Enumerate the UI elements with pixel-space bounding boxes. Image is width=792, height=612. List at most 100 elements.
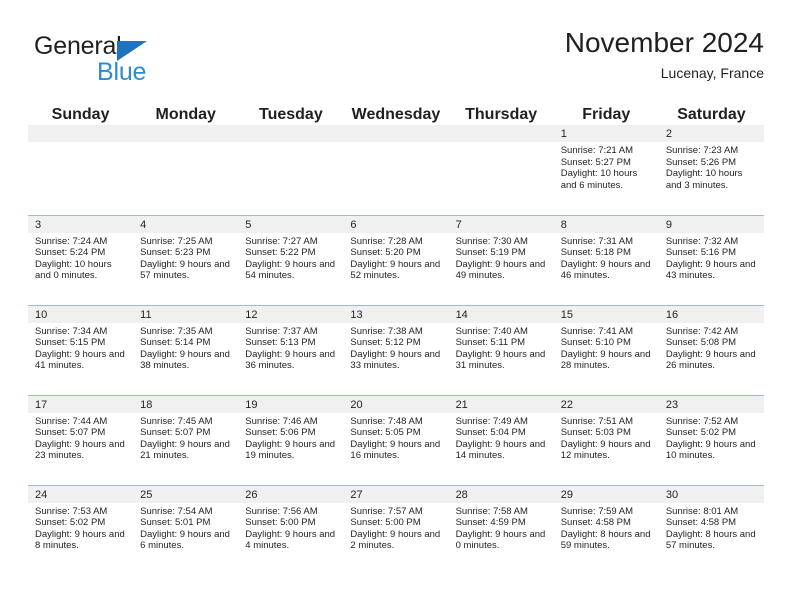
daylight-text: Daylight: 9 hours and 46 minutes.: [560, 258, 651, 282]
sunrise-text: Sunrise: 8:01 AM: [665, 505, 739, 517]
day-number: 17: [28, 395, 134, 413]
calendar-day-cell[interactable]: 26 Sunrise: 7:56 AM Sunset: 5:00 PM Dayligh…: [238, 484, 344, 575]
day-number: 2: [658, 125, 764, 142]
calendar-cell-empty: [238, 125, 344, 215]
page-header: General Blue November 2024 Lucenay, Fran…: [28, 26, 764, 98]
calendar-grid: Sunday Monday Tuesday Wednesday Thursday Frid…: [28, 105, 764, 575]
calendar-day-cell[interactable]: 10 Sunrise: 7:34 AM Sunset: 5:15 PM Dayligh…: [28, 304, 134, 395]
day-number: 12: [238, 305, 344, 323]
sunset-text: Sunset: 5:18 PM: [560, 247, 631, 259]
day-number: [133, 125, 239, 142]
daylight-text: Daylight: 9 hours and 41 minutes.: [35, 348, 125, 372]
calendar-day-cell[interactable]: 21 Sunrise: 7:49 AM Sunset: 5:04 PM Dayligh…: [448, 394, 554, 485]
calendar-day-cell[interactable]: 11 Sunrise: 7:35 AM Sunset: 5:14 PM Dayligh…: [133, 304, 239, 395]
logo[interactable]: General Blue: [34, 32, 234, 90]
calendar-day-cell[interactable]: 17 Sunrise: 7:44 AM Sunset: 5:07 PM Dayligh…: [28, 394, 134, 485]
sunset-text: Sunset: 5:06 PM: [245, 427, 316, 439]
calendar-day-cell[interactable]: 15 Sunrise: 7:41 AM Sunset: 5:10 PM Dayligh…: [553, 304, 659, 395]
calendar-day-cell[interactable]: 23 Sunrise: 7:52 AM Sunset: 5:02 PM Dayligh…: [658, 394, 764, 485]
calendar-day-cell[interactable]: 24 Sunrise: 7:53 AM Sunset: 5:02 PM Dayligh…: [28, 484, 134, 575]
day-sun-info: Sunrise: 7:28 AM Sunset: 5:20 PM Daylight:…: [343, 233, 448, 282]
sunrise-text: Sunrise: 7:53 AM: [35, 505, 108, 517]
daylight-text: Daylight: 9 hours and 38 minutes.: [140, 348, 230, 372]
calendar-day-cell[interactable]: 1 Sunrise: 7:21 AM Sunset: 5:27 PM Daylight…: [553, 125, 659, 215]
sunset-text: Sunset: 5:02 PM: [665, 427, 737, 439]
calendar-cell-empty: [133, 125, 239, 215]
sunset-text: Sunset: 5:19 PM: [455, 247, 526, 259]
sunset-text: Sunset: 5:20 PM: [350, 247, 421, 259]
day-number: 1: [553, 125, 659, 142]
sunset-text: Sunset: 5:15 PM: [35, 337, 106, 349]
sunset-text: Sunset: 4:58 PM: [665, 517, 737, 529]
sunrise-text: Sunrise: 7:48 AM: [350, 415, 423, 427]
day-number: 25: [133, 485, 239, 503]
daylight-text: Daylight: 9 hours and 10 minutes.: [665, 438, 756, 462]
daylight-text: Daylight: 9 hours and 19 minutes.: [245, 438, 336, 462]
calendar-day-cell[interactable]: 8 Sunrise: 7:31 AM Sunset: 5:18 PM Daylight…: [553, 214, 659, 305]
calendar-cell-empty: [343, 125, 449, 215]
calendar-day-cell[interactable]: 5 Sunrise: 7:27 AM Sunset: 5:22 PM Daylight…: [238, 214, 344, 305]
day-sun-info: Sunrise: 7:54 AM Sunset: 5:01 PM Daylight:…: [133, 503, 238, 552]
sunset-text: Sunset: 5:10 PM: [560, 337, 631, 349]
day-number: 19: [238, 395, 344, 413]
day-sun-info: Sunrise: 7:53 AM Sunset: 5:02 PM Daylight:…: [28, 503, 133, 552]
calendar-day-cell[interactable]: 9 Sunrise: 7:32 AM Sunset: 5:16 PM Daylight…: [658, 214, 764, 305]
calendar-day-cell[interactable]: 13 Sunrise: 7:38 AM Sunset: 5:12 PM Dayligh…: [343, 304, 449, 395]
calendar-day-cell[interactable]: 25 Sunrise: 7:54 AM Sunset: 5:01 PM Dayligh…: [133, 484, 239, 575]
sunrise-text: Sunrise: 7:27 AM: [245, 235, 318, 247]
sunset-text: Sunset: 5:27 PM: [560, 156, 631, 168]
calendar-day-cell[interactable]: 4 Sunrise: 7:25 AM Sunset: 5:23 PM Daylight…: [133, 214, 239, 305]
day-sun-info: Sunrise: 7:44 AM Sunset: 5:07 PM Daylight:…: [28, 413, 133, 462]
daylight-text: Daylight: 9 hours and 52 minutes.: [350, 258, 441, 282]
daylight-text: Daylight: 9 hours and 4 minutes.: [245, 528, 336, 552]
day-sun-info: Sunrise: 7:46 AM Sunset: 5:06 PM Daylight:…: [238, 413, 343, 462]
sunrise-text: Sunrise: 7:49 AM: [455, 415, 528, 427]
calendar-day-cell[interactable]: 7 Sunrise: 7:30 AM Sunset: 5:19 PM Daylight…: [448, 214, 554, 305]
day-sun-info: Sunrise: 7:35 AM Sunset: 5:14 PM Daylight:…: [133, 323, 238, 372]
sunset-text: Sunset: 5:05 PM: [350, 427, 421, 439]
calendar-day-cell[interactable]: 29 Sunrise: 7:59 AM Sunset: 4:58 PM Dayligh…: [553, 484, 659, 575]
sunrise-text: Sunrise: 7:56 AM: [245, 505, 318, 517]
sunset-text: Sunset: 5:23 PM: [140, 247, 211, 259]
sunrise-text: Sunrise: 7:35 AM: [140, 325, 213, 337]
sunset-text: Sunset: 4:58 PM: [560, 517, 631, 529]
calendar-day-cell[interactable]: 2 Sunrise: 7:23 AM Sunset: 5:26 PM Daylight…: [658, 125, 764, 215]
day-sun-info: Sunrise: 7:25 AM Sunset: 5:23 PM Daylight:…: [133, 233, 238, 282]
sunset-text: Sunset: 5:13 PM: [245, 337, 316, 349]
calendar-day-cell[interactable]: 12 Sunrise: 7:37 AM Sunset: 5:13 PM Dayligh…: [238, 304, 344, 395]
calendar-day-cell[interactable]: 30 Sunrise: 8:01 AM Sunset: 4:58 PM Dayligh…: [658, 484, 764, 575]
day-number: 8: [553, 215, 659, 233]
calendar-day-cell[interactable]: 3 Sunrise: 7:24 AM Sunset: 5:24 PM Daylight…: [28, 214, 134, 305]
calendar-day-cell[interactable]: 28 Sunrise: 7:58 AM Sunset: 4:59 PM Dayligh…: [448, 484, 554, 575]
calendar-day-cell[interactable]: 6 Sunrise: 7:28 AM Sunset: 5:20 PM Daylight…: [343, 214, 449, 305]
sunset-text: Sunset: 5:11 PM: [455, 337, 526, 349]
calendar-day-cell[interactable]: 22 Sunrise: 7:51 AM Sunset: 5:03 PM Dayligh…: [553, 394, 659, 485]
day-number: 10: [28, 305, 134, 323]
calendar-cell-empty: [448, 125, 554, 215]
sunrise-text: Sunrise: 7:37 AM: [245, 325, 318, 337]
daylight-text: Daylight: 9 hours and 26 minutes.: [665, 348, 756, 372]
day-sun-info: Sunrise: 7:23 AM Sunset: 5:26 PM Daylight:…: [659, 142, 764, 191]
weekday-header-sunday: Sunday: [51, 106, 110, 123]
day-number: [238, 125, 344, 142]
day-sun-info: Sunrise: 7:24 AM Sunset: 5:24 PM Daylight:…: [28, 233, 133, 282]
calendar-day-cell[interactable]: 27 Sunrise: 7:57 AM Sunset: 5:00 PM Dayligh…: [343, 484, 449, 575]
calendar-day-cell[interactable]: 18 Sunrise: 7:45 AM Sunset: 5:07 PM Dayligh…: [133, 394, 239, 485]
day-sun-info: Sunrise: 7:41 AM Sunset: 5:10 PM Daylight:…: [554, 323, 659, 372]
day-sun-info: Sunrise: 7:34 AM Sunset: 5:15 PM Daylight:…: [28, 323, 133, 372]
calendar-week-row: 1 Sunrise: 7:21 AM Sunset: 5:27 PM Daylight…: [28, 125, 764, 215]
day-number: 22: [553, 395, 659, 413]
logo-general-text: General: [34, 32, 122, 60]
calendar-day-cell[interactable]: 16 Sunrise: 7:42 AM Sunset: 5:08 PM Dayligh…: [658, 304, 764, 395]
calendar-day-cell[interactable]: 20 Sunrise: 7:48 AM Sunset: 5:05 PM Dayligh…: [343, 394, 449, 485]
title-block: November 2024 Lucenay, France: [565, 26, 764, 84]
sunset-text: Sunset: 5:01 PM: [140, 517, 211, 529]
day-number: 30: [658, 485, 764, 503]
day-number: 27: [343, 485, 449, 503]
sunrise-text: Sunrise: 7:44 AM: [35, 415, 108, 427]
calendar-day-cell[interactable]: 14 Sunrise: 7:40 AM Sunset: 5:11 PM Dayligh…: [448, 304, 554, 395]
daylight-text: Daylight: 9 hours and 31 minutes.: [455, 348, 546, 372]
calendar-day-cell[interactable]: 19 Sunrise: 7:46 AM Sunset: 5:06 PM Dayligh…: [238, 394, 344, 485]
daylight-text: Daylight: 9 hours and 49 minutes.: [455, 258, 546, 282]
weekday-header-saturday: Saturday: [677, 106, 746, 123]
